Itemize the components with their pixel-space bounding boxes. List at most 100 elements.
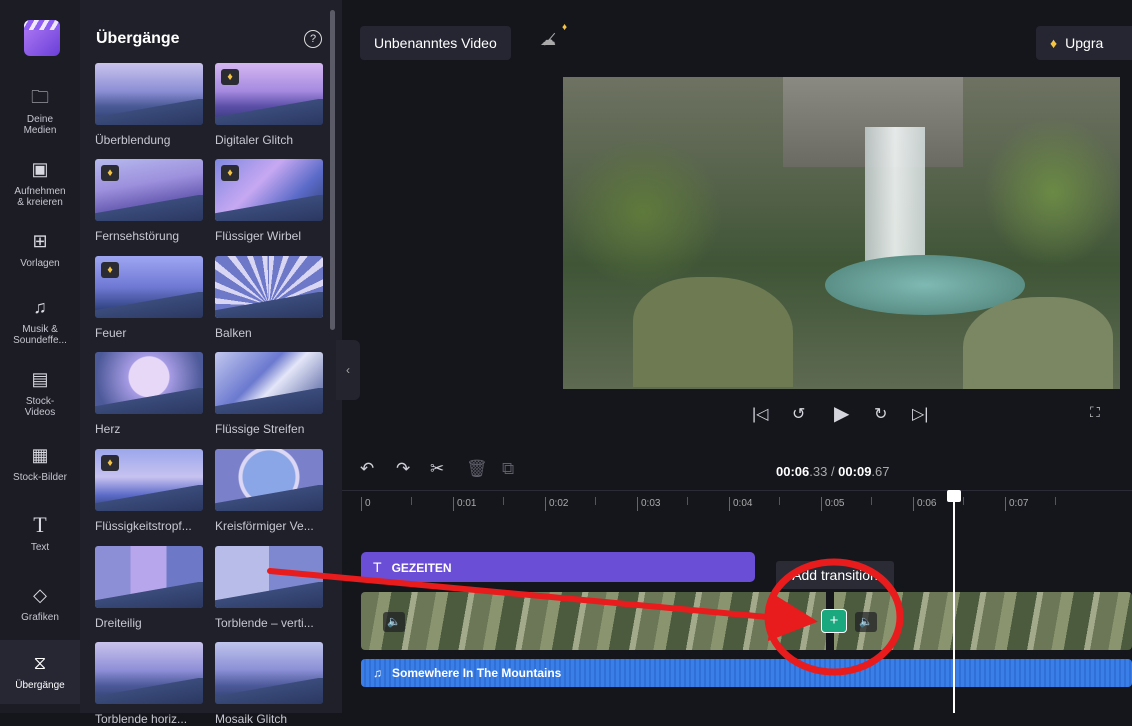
rewind-5-icon[interactable]: ↺ — [792, 404, 805, 424]
cloud-off-icon[interactable]: ☁̸ — [540, 30, 556, 50]
ruler-minor-tick — [1055, 497, 1056, 505]
transition-thumbnail — [95, 546, 203, 608]
panel-scrollbar[interactable] — [330, 10, 335, 330]
transition-tile[interactable]: ♦ Feuer — [95, 256, 203, 340]
transition-tile[interactable]: ♦ Fernsehstörung — [95, 159, 203, 243]
transition-label: Digitaler Glitch — [215, 133, 294, 147]
transition-thumbnail — [95, 63, 203, 125]
ruler-minor-tick — [871, 497, 872, 505]
transition-tile[interactable]: Torblende horiz... — [95, 642, 203, 726]
ruler-minor-tick — [687, 497, 688, 505]
scissors-icon[interactable]: ✂ — [430, 459, 444, 479]
playhead-handle[interactable] — [947, 490, 961, 502]
transition-label: Fernsehstörung — [95, 229, 180, 243]
ruler-minor-tick — [503, 497, 504, 505]
folder-icon: 🗀 — [31, 87, 49, 107]
video-preview[interactable] — [563, 77, 1120, 389]
speaker-icon[interactable]: 🔈 — [383, 612, 405, 632]
ruler-tick-label: 0:07 — [1004, 497, 1029, 511]
speaker-icon[interactable]: 🔈 — [855, 612, 877, 632]
transition-thumbnail — [215, 256, 323, 318]
rail-item-graphics[interactable]: ◇ Grafiken — [0, 584, 80, 623]
transition-thumbnail: ♦ — [95, 449, 203, 511]
app-logo — [24, 20, 60, 56]
fullscreen-icon[interactable]: ⛶ — [1090, 404, 1100, 421]
rail-item-music[interactable]: ♫ Musik & Soundeffe... — [0, 296, 80, 346]
skip-back-icon[interactable]: |◁ — [752, 404, 768, 424]
transition-label: Flüssigkeitstropf... — [95, 519, 192, 533]
transition-tile[interactable]: ♦ Digitaler Glitch — [215, 63, 323, 147]
transition-label: Torblende horiz... — [95, 712, 188, 726]
transition-tile[interactable]: Herz — [95, 352, 203, 436]
add-transition-button[interactable]: + — [821, 609, 847, 633]
timecode: 00:06.33 / 00:09.67 — [776, 464, 890, 479]
left-rail: 🗀 Deine Medien ▣ Aufnehmen & kreieren ⊞ … — [0, 0, 80, 713]
transitions-icon: ⧖ — [33, 653, 47, 673]
transition-thumbnail: ♦ — [95, 256, 203, 318]
transition-tile[interactable]: Torblende – verti... — [215, 546, 323, 630]
forward-5-icon[interactable]: ↻ — [874, 404, 887, 424]
rail-item-transitions[interactable]: ⧖ Übergänge — [0, 640, 80, 704]
transition-tile[interactable]: Überblendung — [95, 63, 203, 147]
transition-thumbnail — [95, 352, 203, 414]
undo-icon[interactable]: ↶ — [360, 459, 374, 479]
transition-tile[interactable]: Balken — [215, 256, 323, 340]
delete-icon[interactable]: 🗑 — [466, 459, 488, 479]
duplicate-icon[interactable]: ⧉ — [502, 459, 514, 479]
rail-item-record[interactable]: ▣ Aufnehmen & kreieren — [0, 158, 80, 208]
transition-label: Mosaik Glitch — [215, 712, 288, 726]
transition-label: Dreiteilig — [95, 616, 142, 630]
transition-thumbnail: ♦ — [215, 63, 323, 125]
shapes-icon: ◇ — [33, 585, 47, 605]
transition-label: Herz — [95, 422, 121, 436]
rail-item-stock-images[interactable]: ▦ Stock-Bilder — [0, 444, 80, 483]
transition-label: Feuer — [95, 326, 127, 340]
film-icon: ▤ — [31, 369, 49, 389]
transition-tile[interactable]: Dreiteilig — [95, 546, 203, 630]
ruler-tick-label: 0:06 — [912, 497, 937, 511]
play-icon[interactable]: ▶ — [834, 401, 849, 426]
transition-tile[interactable]: ♦ Flüssiger Wirbel — [215, 159, 323, 243]
text-icon: T — [373, 559, 382, 575]
transition-tile[interactable]: Flüssige Streifen — [215, 352, 323, 436]
text-clip[interactable]: T GEZEITEN — [361, 552, 755, 582]
transition-thumbnail — [215, 546, 323, 608]
project-title-button[interactable]: Unbenanntes Video — [360, 26, 511, 60]
transition-thumbnail: ♦ — [95, 159, 203, 221]
upgrade-button[interactable]: ♦ Upgra — [1036, 26, 1132, 60]
transition-tile[interactable]: Kreisförmiger Ve... — [215, 449, 323, 533]
transition-label: Balken — [215, 326, 252, 340]
ruler-minor-tick — [411, 497, 412, 505]
ruler-tick-label: 0:01 — [452, 497, 477, 511]
premium-gem-icon: ♦ — [562, 22, 568, 33]
skip-forward-icon[interactable]: ▷| — [912, 404, 928, 424]
transition-tile[interactable]: Mosaik Glitch — [215, 642, 323, 726]
transition-label: Überblendung — [95, 133, 171, 147]
transition-thumbnail — [215, 352, 323, 414]
help-icon[interactable]: ? — [304, 30, 322, 48]
transition-label: Flüssiger Wirbel — [215, 229, 302, 243]
premium-gem-icon: ♦ — [101, 455, 119, 471]
image-icon: ▦ — [31, 445, 49, 465]
rail-item-templates[interactable]: ⊞ Vorlagen — [0, 230, 80, 269]
premium-gem-icon: ♦ — [101, 165, 119, 181]
playhead[interactable] — [953, 490, 955, 713]
video-clip[interactable] — [361, 592, 1132, 650]
transition-thumbnail — [215, 642, 323, 704]
rail-item-text[interactable]: T Text — [0, 512, 80, 554]
audio-clip[interactable]: ♫ Somewhere In The Mountains — [361, 659, 1132, 687]
premium-gem-icon: ♦ — [221, 69, 239, 85]
transition-tile[interactable]: ♦ Flüssigkeitstropf... — [95, 449, 203, 533]
rail-item-media[interactable]: 🗀 Deine Medien — [0, 86, 80, 136]
collapse-panel-button[interactable]: ‹ — [336, 340, 360, 400]
redo-icon[interactable]: ↷ — [396, 459, 410, 479]
ruler-tick-label: 0:04 — [728, 497, 753, 511]
ruler-minor-tick — [595, 497, 596, 505]
rail-item-stock-videos[interactable]: ▤ Stock-Videos — [0, 368, 80, 418]
text-icon: T — [33, 512, 47, 537]
transition-thumbnail: ♦ — [215, 159, 323, 221]
ruler-tick-label: 0:02 — [544, 497, 569, 511]
transition-thumbnail — [215, 449, 323, 511]
ruler-minor-tick — [779, 497, 780, 505]
premium-gem-icon: ♦ — [1050, 35, 1058, 51]
